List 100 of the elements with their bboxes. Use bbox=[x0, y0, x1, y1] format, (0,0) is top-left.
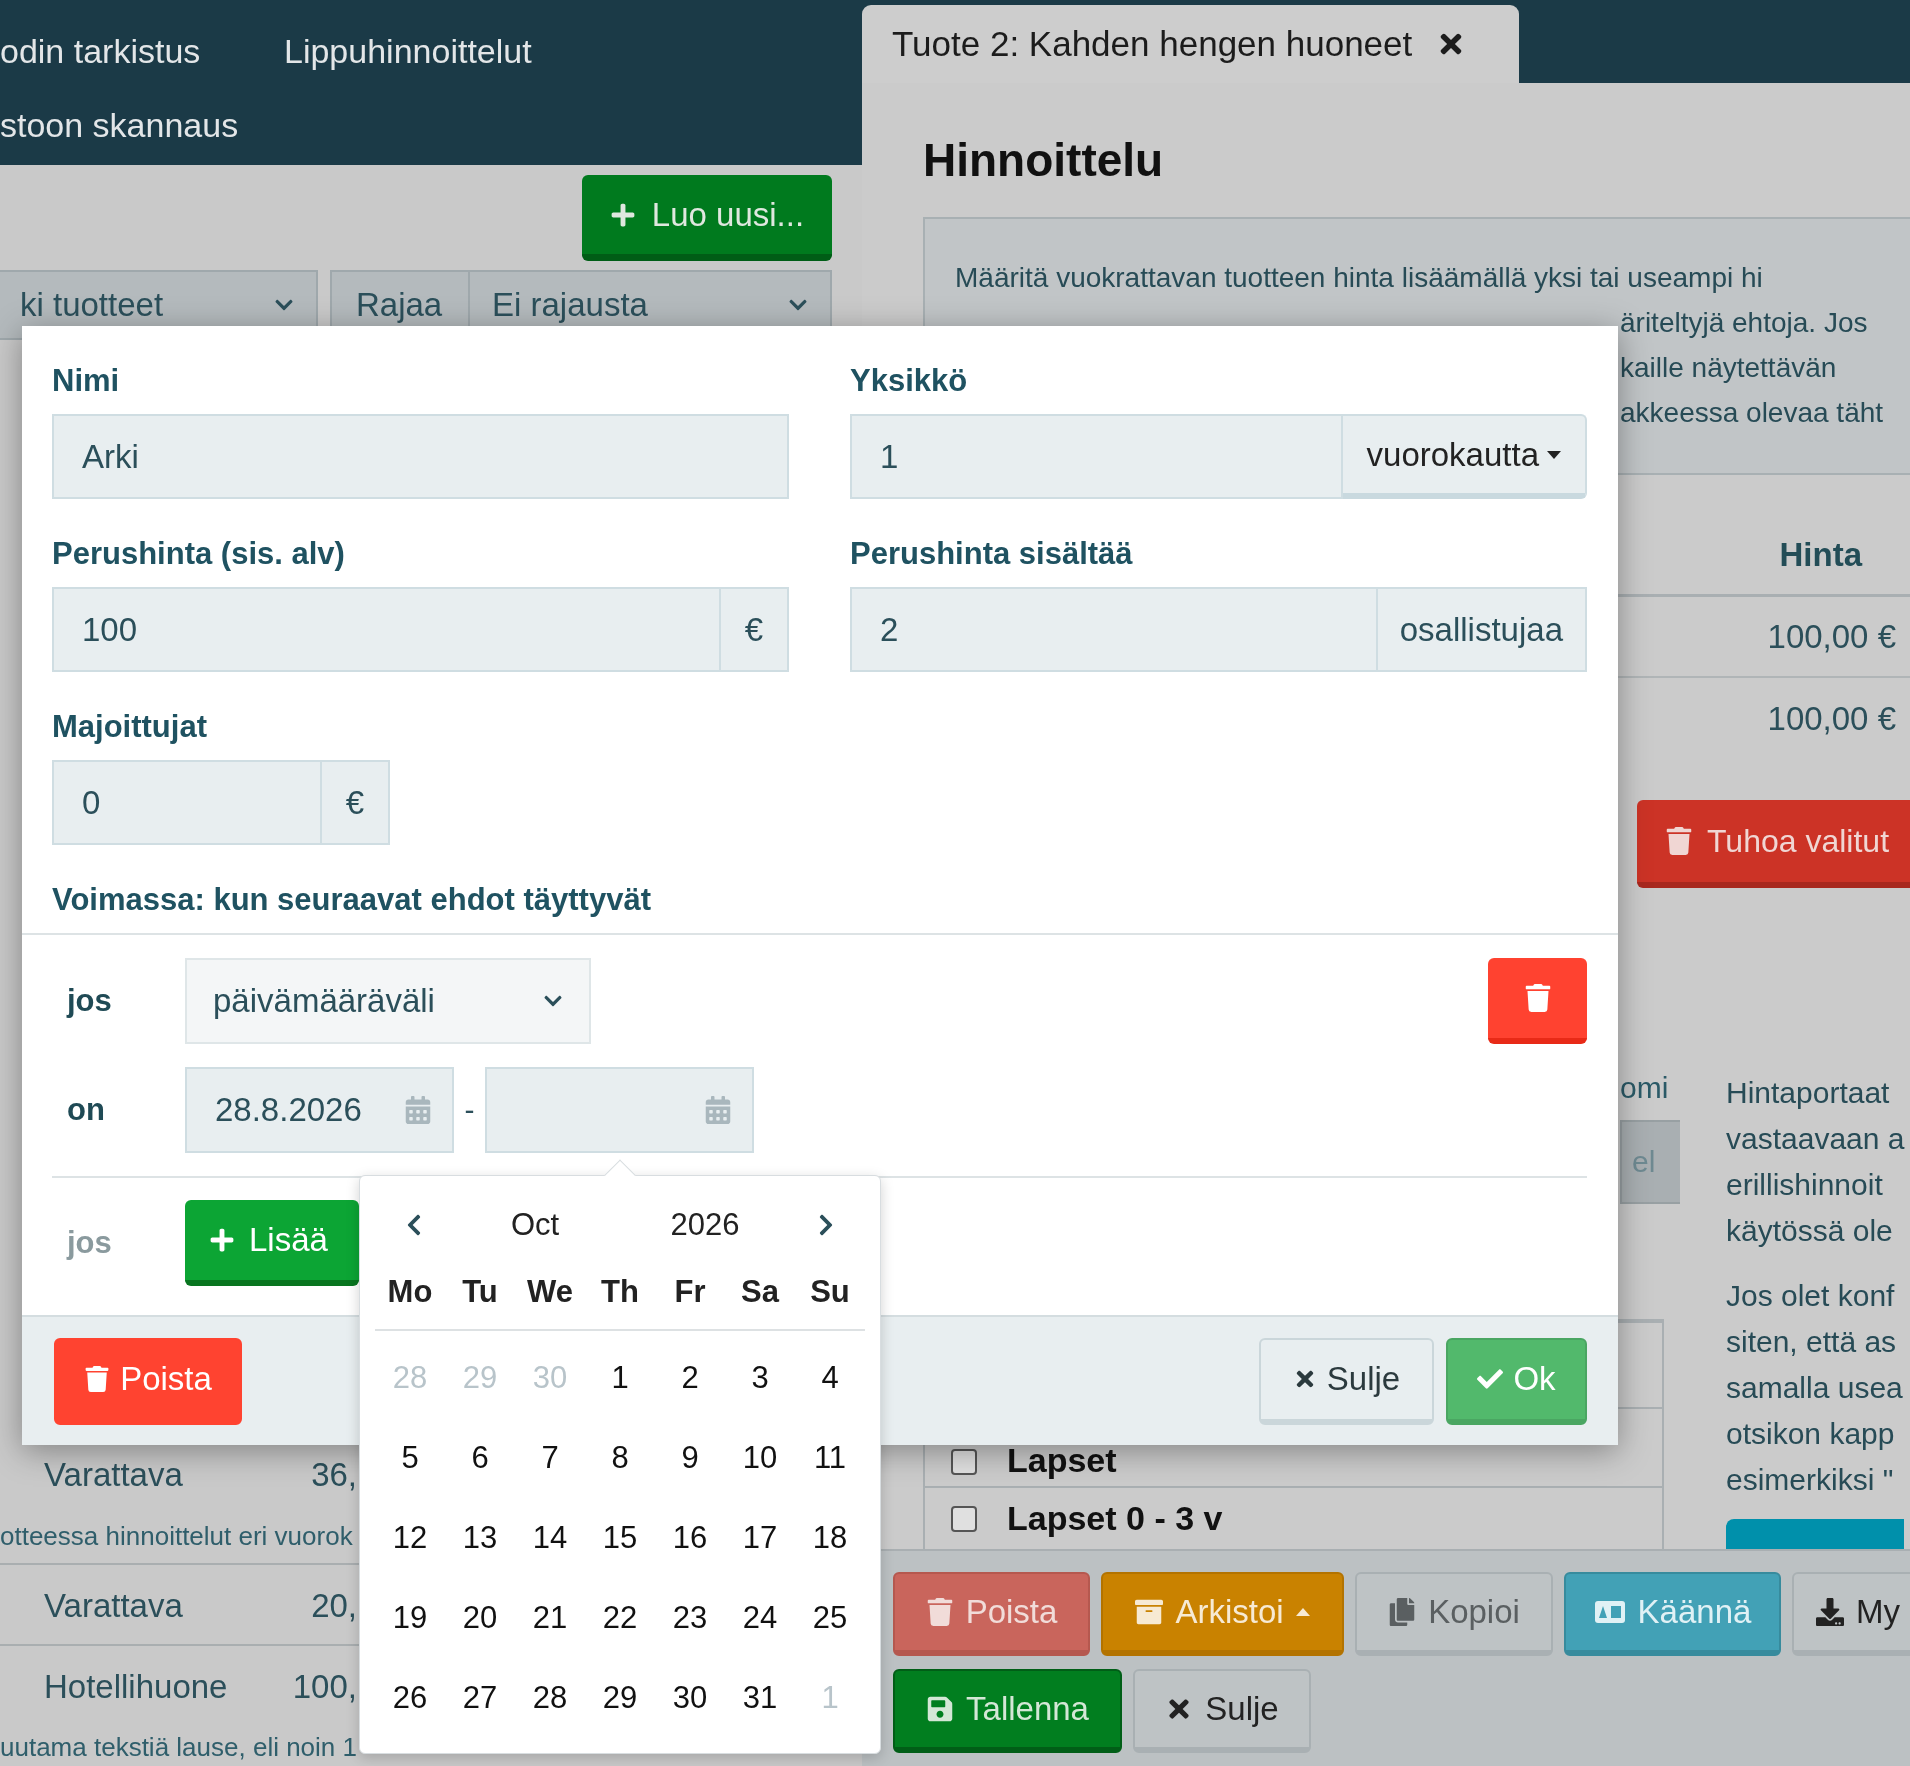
calendar-icon bbox=[404, 1096, 432, 1124]
check-icon bbox=[1477, 1366, 1504, 1392]
download-icon bbox=[1816, 1598, 1844, 1626]
calendar-day[interactable]: 5 bbox=[375, 1418, 445, 1498]
delete-condition-button[interactable] bbox=[1488, 958, 1587, 1044]
info-text: akkeessa olevaa täht bbox=[1620, 397, 1884, 428]
calendar-day[interactable]: 14 bbox=[515, 1498, 585, 1578]
caret-icon bbox=[1295, 1608, 1310, 1616]
checkbox[interactable] bbox=[951, 1449, 977, 1475]
weekday-label: Mo bbox=[386, 1274, 434, 1311]
calendar-day[interactable]: 8 bbox=[585, 1418, 655, 1498]
participants-input[interactable]: 2 bbox=[850, 587, 1378, 672]
toolbar-button[interactable]: Tallenna bbox=[893, 1669, 1122, 1753]
info-text: kaille näytettävän bbox=[1620, 352, 1837, 383]
calendar-day[interactable]: 31 bbox=[725, 1658, 795, 1738]
row-price: 100, bbox=[292, 1668, 357, 1706]
calendar-day[interactable]: 4 bbox=[795, 1338, 865, 1418]
calendar-day[interactable]: 19 bbox=[375, 1578, 445, 1658]
calendar-day[interactable]: 9 bbox=[655, 1418, 725, 1498]
trash-icon bbox=[1523, 984, 1552, 1012]
calendar-day[interactable]: 6 bbox=[445, 1418, 515, 1498]
help-text: esimerkiksi " bbox=[1726, 1462, 1895, 1498]
field-label: Majoittujat bbox=[52, 708, 208, 746]
calendar-day[interactable]: 22 bbox=[585, 1578, 655, 1658]
conditions-heading: Voimassa: kun seuraavat ehdot täyttyvät bbox=[52, 881, 652, 919]
row-name: Varattava bbox=[44, 1456, 183, 1494]
participant-label: Lapset bbox=[1007, 1441, 1117, 1480]
currency-suffix: € bbox=[321, 760, 390, 845]
calendar-day[interactable]: 7 bbox=[515, 1418, 585, 1498]
condition-prefix: jos bbox=[65, 983, 113, 1019]
unit-dropdown[interactable]: vuorokautta bbox=[1342, 414, 1587, 499]
end-date-field[interactable] bbox=[485, 1067, 754, 1153]
row-price: 36, bbox=[311, 1456, 357, 1494]
toolbar-button[interactable]: Kopioi bbox=[1355, 1572, 1553, 1656]
help-text: siten, että as bbox=[1726, 1324, 1898, 1360]
condition-type-select[interactable]: päivämääräväli bbox=[185, 958, 591, 1044]
help-text: samalla usea bbox=[1726, 1370, 1904, 1406]
calendar-day[interactable]: 12 bbox=[375, 1498, 445, 1578]
calendar-day[interactable]: 26 bbox=[375, 1658, 445, 1738]
nav-link[interactable]: stoon skannaus bbox=[0, 88, 250, 162]
calendar-day[interactable]: 21 bbox=[515, 1578, 585, 1658]
nav-link[interactable]: Lippuhinnoittelut bbox=[284, 14, 862, 88]
help-text: erillishinnoit bbox=[1726, 1167, 1884, 1203]
calendar-icon bbox=[704, 1096, 732, 1124]
table-cell: 100,00 € bbox=[1767, 617, 1896, 656]
weekday-label: Sa bbox=[740, 1274, 781, 1311]
range-separator: - bbox=[463, 1093, 476, 1127]
calendar-day[interactable]: 27 bbox=[445, 1658, 515, 1738]
calendar-day[interactable]: 10 bbox=[725, 1418, 795, 1498]
unit-suffix: osallistujaa bbox=[1377, 587, 1587, 672]
start-date-field[interactable]: 28.8.2026 bbox=[185, 1067, 454, 1153]
month-label[interactable]: Oct bbox=[510, 1207, 560, 1243]
calendar-day[interactable]: 29 bbox=[585, 1658, 655, 1738]
archive-icon bbox=[1135, 1598, 1164, 1626]
calendar-day[interactable]: 28 bbox=[515, 1658, 585, 1738]
calendar-day[interactable]: 25 bbox=[795, 1578, 865, 1658]
calendar-day[interactable]: 13 bbox=[445, 1498, 515, 1578]
delete-selected-button[interactable]: Tuhoa valitut bbox=[1637, 800, 1910, 888]
row-note: uutama tekstiä lause, eli noin 1 bbox=[0, 1731, 357, 1763]
year-label[interactable]: 2026 bbox=[670, 1207, 740, 1243]
calendar-day[interactable]: 11 bbox=[795, 1418, 865, 1498]
calendar-day[interactable]: 30 bbox=[655, 1658, 725, 1738]
price-input[interactable]: 100 bbox=[52, 587, 721, 672]
checkbox[interactable] bbox=[951, 1505, 977, 1532]
help-text: vastaavaan a bbox=[1726, 1121, 1905, 1157]
name-input[interactable]: Arki bbox=[52, 414, 789, 499]
help-text: Hintaportaat bbox=[1726, 1075, 1891, 1111]
row-name: Varattava bbox=[44, 1586, 183, 1625]
unit-input[interactable]: 1 bbox=[850, 414, 1343, 499]
calendar-day[interactable]: 3 bbox=[725, 1338, 795, 1418]
calendar-day[interactable]: 1 bbox=[585, 1338, 655, 1418]
calendar-day[interactable]: 15 bbox=[585, 1498, 655, 1578]
trash-icon bbox=[1665, 827, 1693, 855]
table-cell: 100,00 € bbox=[1767, 699, 1896, 738]
plus-icon bbox=[609, 201, 636, 228]
toolbar-button[interactable]: My bbox=[1792, 1572, 1910, 1656]
row-name: Hotellihuone bbox=[44, 1668, 228, 1706]
field-label: Nimi bbox=[52, 362, 121, 400]
weekday-label: We bbox=[526, 1274, 574, 1311]
calendar-day[interactable]: 2 bbox=[655, 1338, 725, 1418]
toolbar-button[interactable]: Sulje bbox=[1133, 1669, 1311, 1753]
currency-suffix: € bbox=[720, 587, 789, 672]
calendar-day[interactable]: 18 bbox=[795, 1498, 865, 1578]
calendar-day[interactable]: 23 bbox=[655, 1578, 725, 1658]
lodgers-input[interactable]: 0 bbox=[52, 760, 322, 845]
weekday-label: Th bbox=[600, 1274, 640, 1311]
close-button[interactable]: Sulje bbox=[1259, 1337, 1434, 1425]
product-tab[interactable]: Tuote 2: Kahden hengen huoneet bbox=[862, 5, 1519, 83]
participant-label: Lapset 0 - 3 v bbox=[1007, 1499, 1223, 1538]
calendar-day[interactable]: 16 bbox=[655, 1498, 725, 1578]
calendar-day[interactable]: 17 bbox=[725, 1498, 795, 1578]
field-label: Perushinta sisältää bbox=[850, 535, 1134, 573]
info-text: äriteltyjä ehtoja. Jos bbox=[1620, 307, 1868, 338]
create-button[interactable]: Luo uusi... bbox=[582, 175, 832, 261]
weekday-label: Fr bbox=[673, 1274, 707, 1311]
weekday-label: Su bbox=[809, 1274, 851, 1311]
plus-icon bbox=[209, 1227, 235, 1253]
nav-link[interactable]: odin tarkistus bbox=[0, 14, 250, 88]
calendar-day[interactable]: 24 bbox=[725, 1578, 795, 1658]
calendar-day[interactable]: 20 bbox=[445, 1578, 515, 1658]
